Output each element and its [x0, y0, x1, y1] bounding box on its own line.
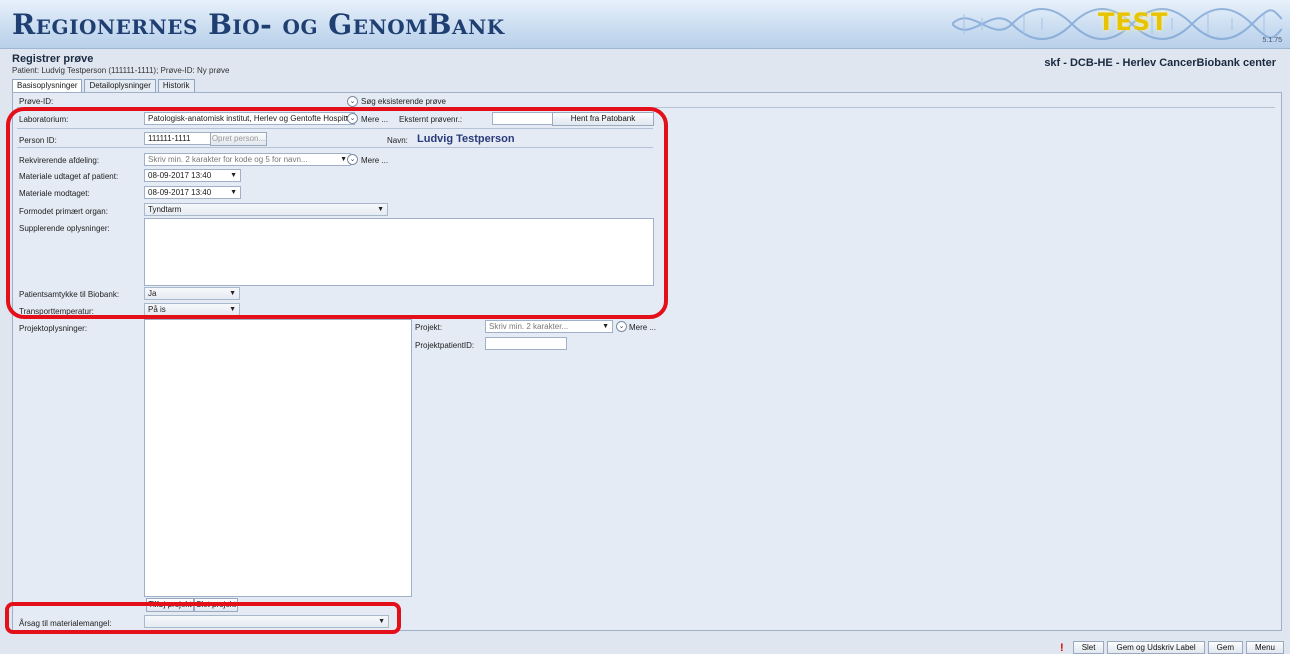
tab-detailoplysninger[interactable]: Detailoplysninger	[84, 79, 156, 92]
site-label: skf - DCB-HE - Herlev CancerBiobank cent…	[1044, 57, 1276, 69]
projekt-expand-icon[interactable]: ⌄	[616, 321, 627, 332]
projektpatientid-label: ProjektpatientID:	[415, 341, 475, 350]
test-environment-label: TEST	[1098, 8, 1169, 36]
version-label: 5.1.75	[1262, 37, 1282, 44]
action-bar: ! Slet Gem og Udskriv Label Gem Menu	[1060, 641, 1284, 654]
highlight-box-aarsag	[5, 602, 401, 634]
slet-button[interactable]: Slet	[1072, 641, 1105, 654]
prove-id-label: Prøve-ID:	[19, 97, 54, 106]
tab-bar: Basisoplysninger Detailoplysninger Histo…	[12, 79, 197, 92]
tab-basisoplysninger[interactable]: Basisoplysninger	[12, 79, 83, 92]
projekt-list[interactable]	[144, 319, 412, 597]
app-banner: Regionernes Bio- og GenomBank TEST 5.1.7…	[0, 0, 1290, 49]
search-existing-link[interactable]: Søg eksisterende prøve	[361, 97, 446, 106]
patient-info: Patient: Ludvig Testperson (111111-1111)…	[12, 66, 230, 75]
chevron-down-icon: ▼	[602, 323, 609, 330]
search-existing-expand-icon[interactable]: ⌄	[347, 96, 358, 107]
projektoplysninger-label: Projektoplysninger:	[19, 324, 88, 333]
tab-historik[interactable]: Historik	[157, 79, 195, 92]
projektpatientid-input[interactable]	[485, 337, 567, 350]
dna-helix-logo: TEST 5.1.75	[951, 4, 1283, 44]
projekt-placeholder: Skriv min. 2 karakter...	[489, 322, 569, 331]
app-logo-title: Regionernes Bio- og GenomBank	[12, 8, 505, 41]
page-title: Registrer prøve	[12, 53, 94, 65]
warning-icon: !	[1060, 641, 1064, 654]
projekt-select[interactable]: Skriv min. 2 karakter... ▼	[485, 320, 613, 333]
gem-og-udskriv-button[interactable]: Gem og Udskriv Label	[1107, 641, 1205, 654]
gem-button[interactable]: Gem	[1207, 641, 1243, 654]
projekt-label: Projekt:	[415, 323, 443, 332]
menu-button[interactable]: Menu	[1245, 641, 1284, 654]
projekt-mere-link[interactable]: Mere ...	[629, 323, 656, 332]
highlight-box-main	[6, 107, 668, 319]
